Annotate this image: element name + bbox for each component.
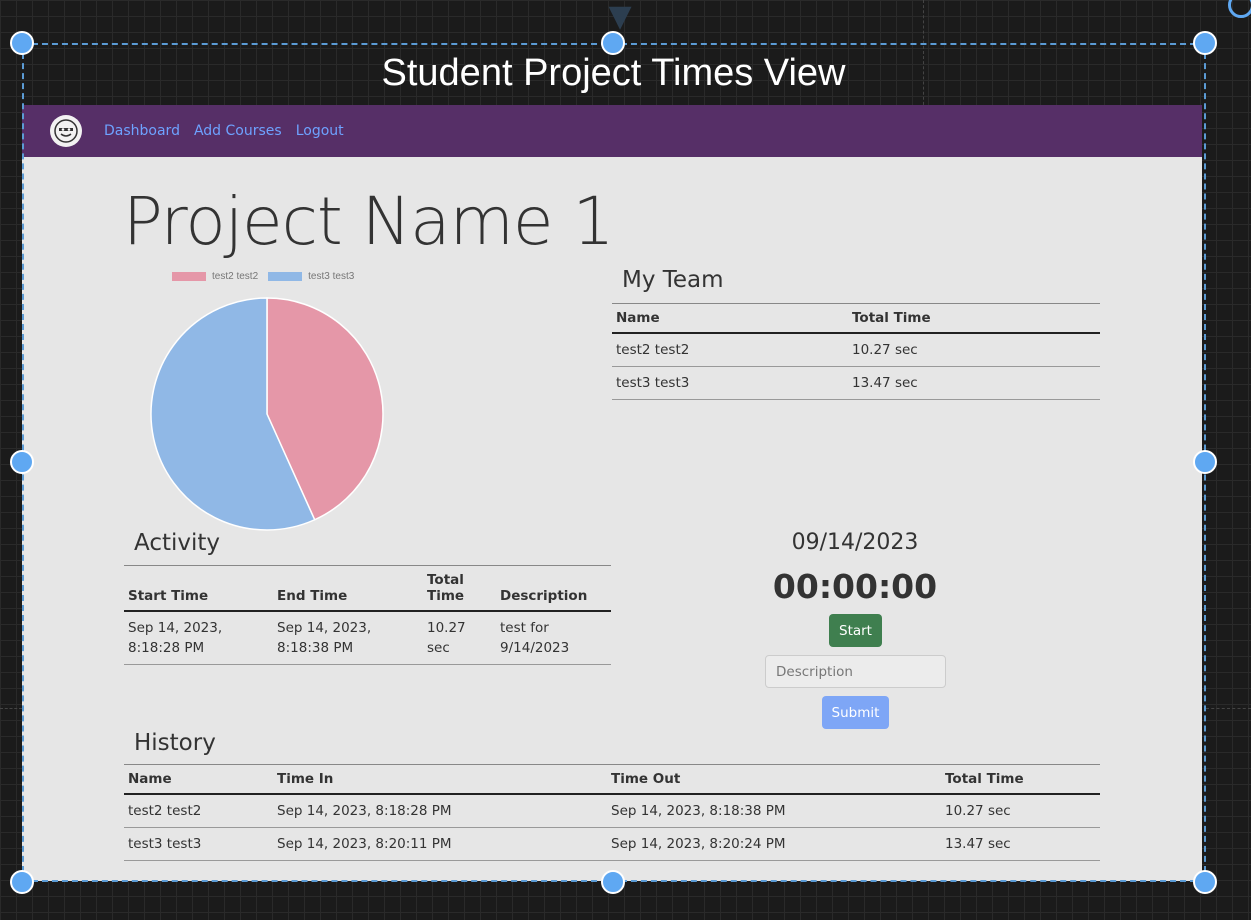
column-header[interactable]: Name <box>124 764 273 795</box>
history-heading: History <box>134 730 216 756</box>
legend-item[interactable]: test3 test3 <box>268 271 354 282</box>
column-header[interactable]: Total Time <box>423 565 496 612</box>
table-row: Sep 14, 2023, 8:18:28 PM Sep 14, 2023, 8… <box>124 611 611 665</box>
column-header[interactable]: End Time <box>273 565 423 612</box>
nav-link-logout[interactable]: Logout <box>296 123 344 139</box>
resize-handle-right[interactable] <box>1193 450 1217 474</box>
table-cell: test2 test2 <box>612 333 848 367</box>
chart-legend: test2 test2 test3 test3 <box>172 271 364 282</box>
timer-date: 09/14/2023 <box>791 530 919 555</box>
table-cell: 10.27 sec <box>423 611 496 665</box>
table-row: test3 test3 13.47 sec <box>612 366 1100 400</box>
submit-button[interactable]: Submit <box>822 696 889 729</box>
resize-handle-top-left[interactable] <box>10 31 34 55</box>
team-table: Name Total Time test2 test2 10.27 sec te… <box>612 303 1100 400</box>
table-cell: test2 test2 <box>124 794 273 828</box>
history-table: Name Time In Time Out Total Time test2 t… <box>124 764 1100 861</box>
table-cell: Sep 14, 2023, 8:20:24 PM <box>607 827 941 861</box>
table-cell: Sep 14, 2023, 8:18:38 PM <box>607 794 941 828</box>
page-title: Project Name 1 <box>123 183 614 260</box>
rotate-handle-icon[interactable] <box>1228 0 1251 18</box>
column-header[interactable]: Total Time <box>941 764 1100 795</box>
team-heading: My Team <box>622 267 724 293</box>
activity-heading: Activity <box>134 530 221 556</box>
table-cell: 10.27 sec <box>848 333 1100 367</box>
column-header[interactable]: Time In <box>273 764 607 795</box>
pie-chart <box>150 297 384 531</box>
legend-swatch <box>172 272 206 281</box>
legend-label: test2 test2 <box>212 271 259 282</box>
table-cell: test3 test3 <box>612 366 848 400</box>
table-row: test2 test2 10.27 sec <box>612 333 1100 367</box>
resize-handle-bottom-right[interactable] <box>1193 870 1217 894</box>
table-cell: test for 9/14/2023 <box>496 611 611 665</box>
resize-handle-left[interactable] <box>10 450 34 474</box>
table-row: test2 test2 Sep 14, 2023, 8:18:28 PM Sep… <box>124 794 1100 828</box>
nav-link-add-courses[interactable]: Add Courses <box>194 123 282 139</box>
table-cell: 10.27 sec <box>941 794 1100 828</box>
legend-swatch <box>268 272 303 281</box>
down-arrow-icon: ▼ <box>608 0 632 34</box>
legend-label: test3 test3 <box>308 271 355 282</box>
table-cell: 13.47 sec <box>848 366 1100 400</box>
resize-handle-bottom-left[interactable] <box>10 870 34 894</box>
column-header[interactable]: Total Time <box>848 303 1100 334</box>
app-mockup: Dashboard Add Courses Logout Project Nam… <box>22 105 1202 881</box>
table-cell: Sep 14, 2023, 8:18:28 PM <box>124 611 273 665</box>
table-cell: Sep 14, 2023, 8:18:38 PM <box>273 611 423 665</box>
table-cell: 13.47 sec <box>941 827 1100 861</box>
table-header-row: Start Time End Time Total Time Descripti… <box>124 565 611 612</box>
legend-item[interactable]: test2 test2 <box>172 271 258 282</box>
table-cell: Sep 14, 2023, 8:18:28 PM <box>273 794 607 828</box>
resize-handle-top[interactable] <box>601 31 625 55</box>
column-header[interactable]: Start Time <box>124 565 273 612</box>
table-cell: test3 test3 <box>124 827 273 861</box>
resize-handle-bottom[interactable] <box>601 870 625 894</box>
table-cell: Sep 14, 2023, 8:20:11 PM <box>273 827 607 861</box>
nav-link-dashboard[interactable]: Dashboard <box>104 123 180 139</box>
canvas-guide-horizontal <box>0 708 22 709</box>
canvas-guide-horizontal-right <box>1206 708 1251 709</box>
table-header-row: Name Total Time <box>612 303 1100 334</box>
table-header-row: Name Time In Time Out Total Time <box>124 764 1100 795</box>
column-header[interactable]: Time Out <box>607 764 941 795</box>
timer-display: 00:00:00 <box>772 567 938 606</box>
table-row: test3 test3 Sep 14, 2023, 8:20:11 PM Sep… <box>124 827 1100 861</box>
activity-table: Start Time End Time Total Time Descripti… <box>124 565 611 665</box>
frame-title: Student Project Times View <box>381 52 846 94</box>
description-input[interactable] <box>765 655 946 688</box>
resize-handle-top-right[interactable] <box>1193 31 1217 55</box>
logo-icon[interactable] <box>50 115 82 147</box>
start-button[interactable]: Start <box>829 614 882 647</box>
column-header[interactable]: Description <box>496 565 611 612</box>
navbar: Dashboard Add Courses Logout <box>22 105 1202 157</box>
column-header[interactable]: Name <box>612 303 848 334</box>
